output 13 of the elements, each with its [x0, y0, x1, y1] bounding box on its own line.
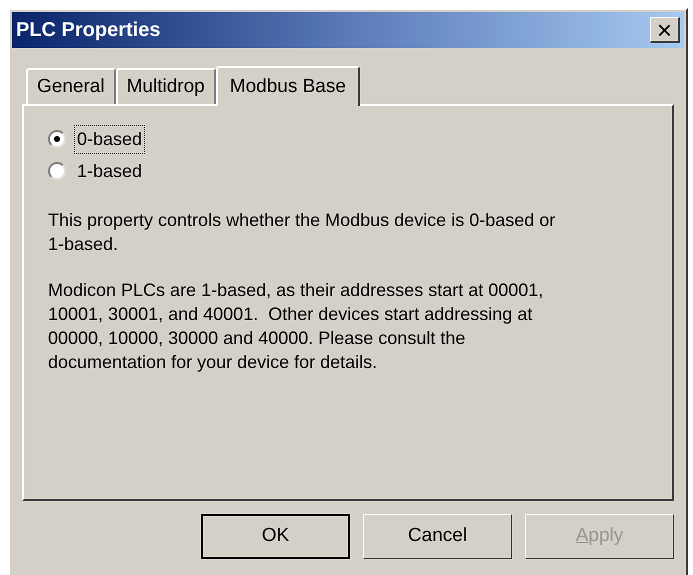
- window-title: PLC Properties: [16, 18, 160, 43]
- radio-button[interactable]: [48, 130, 66, 148]
- description-text: This property controls whether the Modbus device is 0-based or 1-based.: [48, 209, 556, 256]
- tab[interactable]: General: [26, 68, 116, 104]
- dialog-button[interactable]: OK: [201, 514, 350, 559]
- dialog-button[interactable]: Cancel: [363, 514, 512, 559]
- tab[interactable]: Modbus Base: [216, 66, 360, 106]
- radio-option[interactable]: 0-based: [48, 124, 648, 154]
- description-text: Modicon PLCs are 1-based, as their addresses start at 00001, 10001, 30001, and 40001. Other devices start addressing at 00000, 10000, 30000 and 40000. Please consult the documentation for your device for details.: [48, 279, 544, 374]
- tab[interactable]: Multidrop: [116, 68, 216, 104]
- close-button[interactable]: ×: [650, 17, 680, 43]
- radio-button[interactable]: [48, 162, 66, 180]
- radio-option[interactable]: 1-based: [48, 156, 648, 186]
